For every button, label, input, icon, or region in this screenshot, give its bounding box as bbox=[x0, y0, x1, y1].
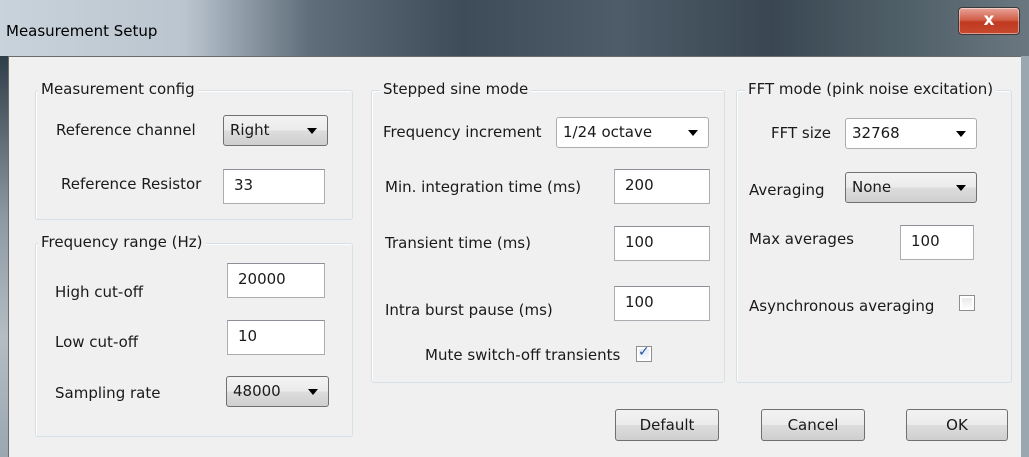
low-cutoff-label: Low cut-off bbox=[55, 333, 139, 351]
reference-resistor-label: Reference Resistor bbox=[61, 175, 202, 193]
chevron-down-icon bbox=[307, 128, 317, 134]
mute-switch-off-checkbox[interactable]: ✓ bbox=[636, 344, 652, 362]
chevron-down-icon bbox=[956, 185, 966, 191]
intra-burst-pause-label: Intra burst pause (ms) bbox=[385, 301, 553, 319]
window-title: Measurement Setup bbox=[6, 22, 158, 40]
title-bar[interactable]: Measurement Setup x bbox=[0, 0, 1029, 56]
fft-size-dropdown[interactable]: 32768 bbox=[845, 118, 977, 149]
cancel-button[interactable]: Cancel bbox=[761, 409, 865, 441]
low-cutoff-input[interactable]: 10 bbox=[227, 320, 325, 355]
transient-time-label: Transient time (ms) bbox=[385, 234, 531, 252]
window-frame-left bbox=[0, 56, 8, 457]
frequency-increment-label: Frequency increment bbox=[383, 123, 542, 141]
averaging-value: None bbox=[852, 178, 892, 196]
max-averages-label: Max averages bbox=[749, 230, 854, 248]
reference-resistor-input[interactable]: 33 bbox=[223, 169, 325, 204]
close-icon: x bbox=[983, 10, 995, 30]
reference-channel-dropdown[interactable]: Right bbox=[223, 115, 328, 146]
close-button[interactable]: x bbox=[958, 7, 1020, 35]
fft-size-label: FFT size bbox=[771, 124, 832, 142]
default-button[interactable]: Default bbox=[615, 409, 719, 441]
measurement-config-legend: Measurement config bbox=[38, 80, 198, 98]
fft-mode-legend: FFT mode (pink noise excitation) bbox=[745, 80, 997, 98]
stepped-sine-legend: Stepped sine mode bbox=[380, 80, 532, 98]
ok-button[interactable]: OK bbox=[906, 409, 1008, 441]
dialog-body: Measurement config Reference channel Rig… bbox=[8, 56, 1021, 457]
min-integration-time-label: Min. integration time (ms) bbox=[385, 178, 582, 196]
reference-channel-value: Right bbox=[230, 121, 270, 139]
measurement-setup-window: Measurement Setup x Measurement config R… bbox=[0, 0, 1029, 457]
high-cutoff-input[interactable]: 20000 bbox=[227, 263, 325, 298]
reference-channel-label: Reference channel bbox=[56, 121, 196, 139]
chevron-down-icon bbox=[956, 131, 966, 137]
frequency-range-legend: Frequency range (Hz) bbox=[38, 233, 206, 251]
checkmark-icon: ✓ bbox=[638, 344, 650, 360]
asynchronous-averaging-label: Asynchronous averaging bbox=[749, 297, 935, 315]
frequency-increment-value: 1/24 octave bbox=[563, 123, 653, 141]
high-cutoff-label: High cut-off bbox=[55, 283, 144, 301]
intra-burst-pause-input[interactable]: 100 bbox=[614, 286, 710, 321]
sampling-rate-dropdown[interactable]: 48000 bbox=[226, 376, 329, 407]
sampling-rate-label: Sampling rate bbox=[55, 384, 161, 402]
mute-switch-off-label: Mute switch-off transients bbox=[425, 346, 621, 364]
averaging-label: Averaging bbox=[749, 181, 825, 199]
transient-time-input[interactable]: 100 bbox=[614, 226, 710, 261]
sampling-rate-value: 48000 bbox=[233, 382, 281, 400]
frequency-increment-dropdown[interactable]: 1/24 octave bbox=[556, 117, 709, 148]
max-averages-input[interactable]: 100 bbox=[900, 225, 974, 260]
window-frame-right bbox=[1021, 56, 1029, 457]
fft-size-value: 32768 bbox=[852, 124, 900, 142]
chevron-down-icon bbox=[308, 389, 318, 395]
asynchronous-averaging-checkbox[interactable] bbox=[959, 295, 975, 311]
min-integration-time-input[interactable]: 200 bbox=[614, 169, 710, 204]
averaging-dropdown[interactable]: None bbox=[845, 172, 977, 203]
chevron-down-icon bbox=[688, 130, 698, 136]
